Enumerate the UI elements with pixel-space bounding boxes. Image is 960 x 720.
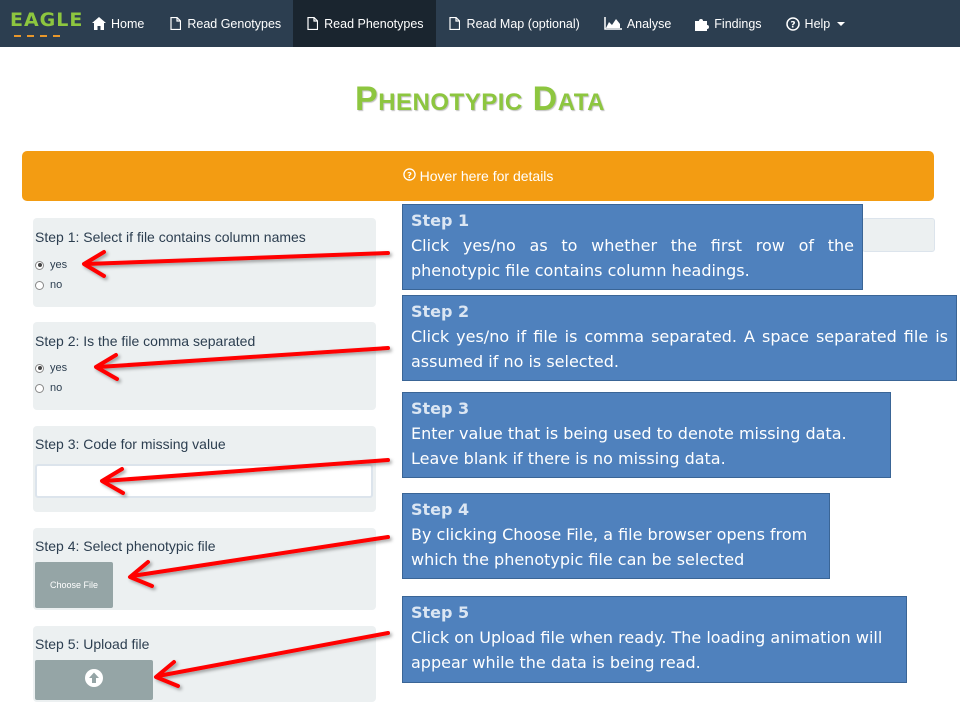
page-title: Phenotypic Data (355, 80, 605, 118)
nav-item-label: Home (111, 16, 145, 31)
step3-label: Step 3: Code for missing value (35, 436, 226, 452)
step2-callout: Step 2 Click yes/no if file is comma sep… (402, 295, 957, 381)
svg-text:?: ? (790, 20, 795, 30)
nav-items: Home Read Genotypes Read Phenotypes Read… (80, 0, 857, 47)
step1-label: Step 1: Select if file contains column n… (35, 229, 306, 245)
upload-circle-icon (84, 668, 104, 693)
nav-item-label: Help (804, 16, 831, 31)
step4-label: Step 4: Select phenotypic file (35, 538, 216, 554)
upload-file-button[interactable] (35, 660, 153, 700)
radio-button[interactable] (35, 260, 44, 270)
step1-callout: Step 1 Click yes/no as to whether the fi… (402, 204, 863, 290)
callout-title: Step 4 (411, 500, 470, 519)
area-chart-icon (604, 17, 622, 31)
step2-panel: Step 2: Is the file comma separated yes … (33, 322, 376, 410)
callout-body: Click on Upload file when ready. The loa… (411, 628, 883, 672)
step2-label: Step 2: Is the file comma separated (35, 333, 256, 349)
radio-button[interactable] (35, 383, 44, 393)
step1-radio-yes[interactable]: yes (35, 259, 67, 271)
step3-panel: Step 3: Code for missing value (33, 426, 376, 512)
callout-body: Enter value that is being used to denote… (411, 424, 847, 468)
radio-label: no (50, 279, 63, 291)
step4-callout: Step 4 By clicking Choose File, a file b… (402, 493, 830, 579)
nav-item-read-map[interactable]: Read Map (optional) (436, 0, 592, 47)
brand-dots-decoration (14, 34, 66, 38)
step5-panel: Step 5: Upload file (33, 626, 376, 702)
step1-radio-no[interactable]: no (35, 279, 62, 291)
hover-details-label: Hover here for details (419, 168, 554, 184)
navbar: EAGLE Home Read Genotypes Read Phenotype… (0, 0, 960, 47)
file-icon (305, 17, 319, 31)
radio-label: yes (50, 259, 68, 271)
nav-item-read-phenotypes[interactable]: Read Phenotypes (293, 0, 436, 47)
home-icon (92, 17, 106, 31)
callout-title: Step 3 (411, 399, 470, 418)
callout-title: Step 5 (411, 603, 470, 622)
step3-callout: Step 3 Enter value that is being used to… (402, 392, 891, 478)
nav-item-label: Read Map (optional) (466, 16, 580, 31)
step2-radio-yes[interactable]: yes (35, 362, 67, 374)
choose-file-button[interactable]: Choose File (35, 562, 113, 608)
nav-item-label: Analyse (626, 16, 672, 31)
missing-value-input[interactable] (35, 464, 373, 498)
callout-title: Step 1 (411, 211, 470, 230)
puzzle-icon (695, 17, 710, 31)
callout-body: By clicking Choose File, a file browser … (411, 525, 808, 569)
step4-panel: Step 4: Select phenotypic file Choose Fi… (33, 528, 376, 610)
hidden-input-field[interactable] (862, 218, 935, 252)
nav-item-findings[interactable]: Findings (683, 0, 773, 47)
radio-button[interactable] (35, 280, 44, 290)
callout-body: Click yes/no as to whether the first row… (411, 236, 854, 280)
step5-label: Step 5: Upload file (35, 636, 150, 652)
brand-logo[interactable]: EAGLE (0, 0, 84, 47)
nav-item-home[interactable]: Home (80, 0, 156, 47)
question-circle-icon: ? (402, 168, 416, 184)
nav-item-label: Read Phenotypes (324, 16, 424, 31)
nav-item-read-genotypes[interactable]: Read Genotypes (156, 0, 293, 47)
hover-details-bar[interactable]: ? Hover here for details (22, 151, 934, 201)
step5-callout: Step 5 Click on Upload file when ready. … (402, 596, 907, 683)
page: EAGLE Home Read Genotypes Read Phenotype… (0, 0, 960, 720)
nav-item-label: Findings (714, 16, 762, 31)
radio-label: no (50, 382, 63, 394)
caret-down-icon (837, 21, 846, 26)
step2-radio-no[interactable]: no (35, 382, 62, 394)
svg-text:?: ? (407, 170, 412, 180)
file-icon (448, 17, 462, 31)
brand-name: EAGLE (10, 9, 84, 31)
question-circle-icon: ? (785, 16, 800, 31)
callout-title: Step 2 (411, 302, 470, 321)
nav-item-analyse[interactable]: Analyse (592, 0, 683, 47)
nav-item-help[interactable]: ? Help (774, 0, 858, 47)
callout-body: Click yes/no if file is comma separated.… (411, 327, 948, 371)
step1-panel: Step 1: Select if file contains column n… (33, 218, 376, 307)
nav-item-label: Read Genotypes (187, 16, 282, 31)
radio-label: yes (50, 362, 68, 374)
radio-button[interactable] (35, 363, 44, 373)
file-icon (168, 17, 182, 31)
